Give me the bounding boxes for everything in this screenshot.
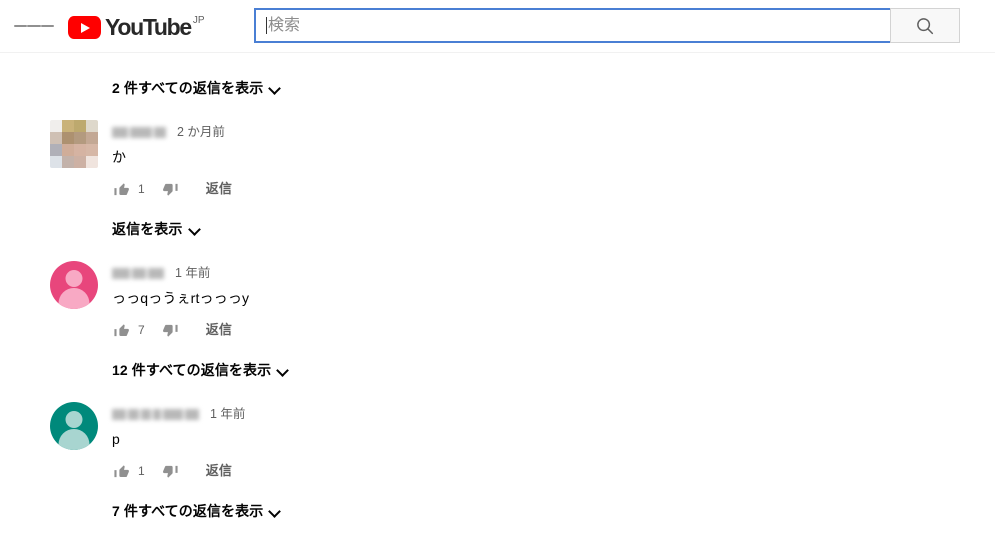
- thumbs-down-icon: [163, 465, 178, 478]
- comment-text: っっqっうぇrtっっっy: [112, 290, 250, 306]
- comment-timestamp: 1 年前: [175, 266, 211, 280]
- comment-item: 1 年前 っっqっうぇrtっっっy 7 返信: [0, 261, 995, 341]
- hamburger-bar: [27, 25, 41, 27]
- avatar-body: [58, 288, 90, 309]
- comment-timestamp: 2 か月前: [177, 125, 225, 139]
- like-button[interactable]: [112, 321, 130, 339]
- like-count: 1: [138, 464, 145, 478]
- show-replies-link[interactable]: 12 件すべての返信を表示: [112, 359, 995, 381]
- like-button[interactable]: [112, 180, 130, 198]
- search-area: 検索: [254, 8, 960, 43]
- avatar-head: [65, 411, 83, 428]
- reply-button[interactable]: 返信: [206, 180, 232, 198]
- comment-body: 1 年前 っっqっうぇrtっっっy 7 返信: [112, 261, 995, 341]
- logo-country-code: JP: [192, 15, 205, 26]
- thumbs-up-icon: [113, 323, 129, 336]
- comment-body: 1 年前 p 1 返信: [112, 402, 995, 482]
- comment-text: か: [112, 149, 127, 165]
- show-replies-label: 2 件すべての返信を表示: [112, 80, 264, 96]
- avatar[interactable]: [50, 402, 98, 450]
- comment-item: 1 年前 p 1 返信: [0, 402, 995, 482]
- comment-header: 1 年前: [112, 264, 995, 282]
- youtube-logo[interactable]: YouTube JP: [68, 13, 205, 39]
- avatar[interactable]: [50, 261, 98, 309]
- avatar-body: [58, 429, 90, 450]
- search-button[interactable]: [890, 8, 960, 43]
- dislike-button[interactable]: [162, 180, 180, 198]
- hamburger-menu-icon[interactable]: [14, 6, 54, 46]
- author-name-blurred[interactable]: [112, 267, 166, 279]
- show-replies-link[interactable]: 7 件すべての返信を表示: [112, 500, 995, 522]
- comment-actions: 1 返信: [112, 178, 995, 200]
- show-replies-link[interactable]: 2 件すべての返信を表示: [112, 77, 995, 99]
- thumbs-down-icon: [163, 183, 178, 196]
- thumbs-up-icon: [113, 182, 129, 195]
- comment-header: 2 か月前: [112, 123, 995, 141]
- comment-item: 2 か月前 か 1 返信: [0, 120, 995, 200]
- thumbs-down-icon: [163, 324, 178, 337]
- avatar[interactable]: [50, 120, 98, 168]
- author-name-blurred[interactable]: [112, 126, 168, 138]
- comment-header: 1 年前: [112, 405, 995, 423]
- like-count: 1: [138, 182, 145, 196]
- show-replies-label: 7 件すべての返信を表示: [112, 503, 264, 519]
- search-icon: [917, 17, 934, 34]
- comments-section: 2 件すべての返信を表示 2 か月前 か 1 返信 返信を表示 1 年前 っっq…: [0, 77, 995, 522]
- text-caret: [266, 17, 267, 34]
- youtube-wordmark: YouTube: [105, 14, 192, 40]
- comment-actions: 1 返信: [112, 460, 995, 482]
- show-replies-label: 返信を表示: [112, 221, 183, 237]
- play-button-icon: [68, 16, 101, 39]
- show-replies-label: 12 件すべての返信を表示: [112, 362, 272, 378]
- author-name-blurred[interactable]: [112, 408, 201, 420]
- search-input[interactable]: 検索: [254, 8, 890, 43]
- comment-timestamp: 1 年前: [210, 407, 246, 421]
- reply-button[interactable]: 返信: [206, 462, 232, 480]
- chevron-down-icon: [270, 506, 281, 517]
- hamburger-bar: [14, 25, 28, 27]
- search-placeholder: 検索: [268, 16, 301, 34]
- dislike-button[interactable]: [162, 321, 180, 339]
- youtube-masthead: YouTube JP 検索: [0, 0, 995, 53]
- like-button[interactable]: [112, 462, 130, 480]
- avatar-head: [65, 270, 83, 287]
- comment-actions: 7 返信: [112, 319, 995, 341]
- show-replies-link[interactable]: 返信を表示: [112, 218, 995, 240]
- dislike-button[interactable]: [162, 462, 180, 480]
- chevron-down-icon: [270, 83, 281, 94]
- comment-body: 2 か月前 か 1 返信: [112, 120, 995, 200]
- hamburger-bar: [40, 25, 54, 27]
- comment-text: p: [112, 431, 120, 447]
- like-count: 7: [138, 323, 145, 337]
- chevron-down-icon: [278, 365, 289, 376]
- thumbs-up-icon: [113, 464, 129, 477]
- chevron-down-icon: [190, 224, 201, 235]
- reply-button[interactable]: 返信: [206, 321, 232, 339]
